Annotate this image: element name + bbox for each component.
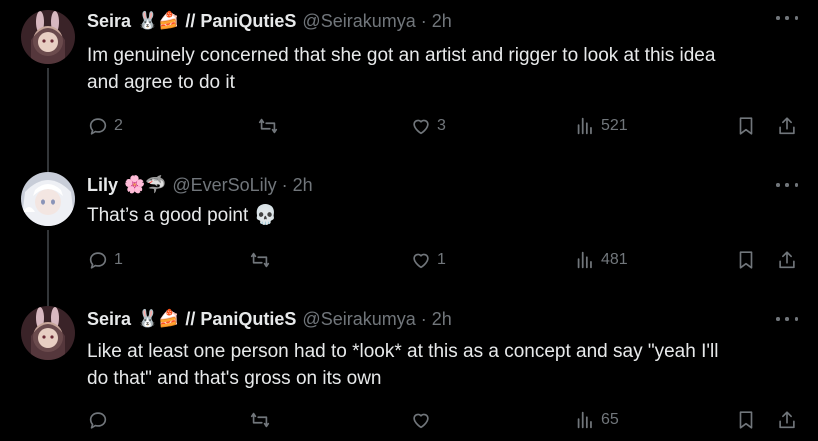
like-count: 1 [437,251,446,268]
timestamp[interactable]: 2h [432,11,452,32]
reply-count: 2 [114,117,123,134]
display-name-suffix[interactable]: // PaniQutieS [185,11,296,32]
name-emojis: 🐰🍰 [137,11,180,30]
tweet-header: Seira 🐰🍰 // PaniQutieS @Seirakumya · 2h [87,10,452,32]
handle[interactable]: @Seirakumya [302,11,415,32]
repost-icon [250,412,270,428]
views-button[interactable]: 521 [574,114,628,138]
reply-icon [89,412,107,429]
separator-dot: · [420,308,427,329]
views-button[interactable]: 65 [574,408,619,432]
reply-count: 1 [114,251,123,268]
like-button[interactable]: 1 [410,248,446,272]
repost-icon [258,118,278,134]
bookmark-icon [739,117,753,135]
bookmark-button[interactable] [735,248,757,272]
tweet-3[interactable]: Seira 🐰🍰 // PaniQutieS @Seirakumya · 2h … [0,296,818,441]
tweet-header: Seira 🐰🍰 // PaniQutieS @Seirakumya · 2h [87,308,452,330]
tweet-actions: 65 [87,408,807,432]
tweet-actions: 1 1 481 [87,248,807,272]
reply-button[interactable]: 1 [87,248,123,272]
repost-icon [250,252,270,268]
bookmark-button[interactable] [735,114,757,138]
tweet-text: Im genuinely concerned that she got an a… [87,45,716,93]
share-icon [779,411,795,429]
repost-button[interactable] [249,408,271,432]
reply-button[interactable] [87,408,114,432]
share-button[interactable] [776,408,798,432]
timestamp[interactable]: 2h [293,175,313,196]
share-icon [779,117,795,135]
name-emojis: 🐰🍰 [137,309,180,328]
share-button[interactable] [776,248,798,272]
like-button[interactable]: 3 [410,114,446,138]
tweet-header: Lily 🌸🦈 @EverSoLily · 2h [87,174,313,196]
views-count: 521 [601,117,628,134]
handle[interactable]: @EverSoLily [172,175,276,196]
tweet-text: That’s a good point 💀 [87,205,278,226]
avatar[interactable] [21,10,75,64]
views-button[interactable]: 481 [574,248,628,272]
views-icon [577,117,592,135]
more-icon[interactable] [776,178,798,192]
tweet-1[interactable]: Seira 🐰🍰 // PaniQutieS @Seirakumya · 2h … [0,0,818,172]
tweet-actions: 2 3 521 [87,114,807,138]
views-icon [577,251,592,269]
tweet-2[interactable]: Lily 🌸🦈 @EverSoLily · 2h That’s a good p… [0,162,818,308]
separator-dot: · [281,174,288,195]
separator-dot: · [420,10,427,31]
share-icon [779,251,795,269]
heart-icon [413,119,429,135]
repost-button[interactable] [257,114,279,138]
tweet-text: Like at least one person had to *look* a… [87,341,719,389]
reply-icon [89,118,107,135]
thread-line [47,68,49,172]
more-icon[interactable] [776,11,798,25]
heart-icon [413,253,429,269]
display-name-suffix[interactable]: // PaniQutieS [185,309,296,330]
repost-button[interactable] [249,248,271,272]
avatar[interactable] [21,306,75,360]
timestamp[interactable]: 2h [432,309,452,330]
views-count: 481 [601,251,628,268]
reply-icon [89,252,107,269]
more-icon[interactable] [776,312,798,326]
views-count: 65 [601,411,619,428]
heart-icon [413,413,429,429]
share-button[interactable] [776,114,798,138]
display-name[interactable]: Seira [87,11,131,32]
display-name[interactable]: Seira [87,309,131,330]
reply-button[interactable]: 2 [87,114,123,138]
like-button[interactable] [410,408,437,432]
like-count: 3 [437,117,446,134]
bookmark-icon [739,251,753,269]
bookmark-button[interactable] [735,408,757,432]
name-emojis: 🌸🦈 [124,175,167,194]
avatar[interactable] [21,172,75,226]
bookmark-icon [739,411,753,429]
handle[interactable]: @Seirakumya [302,309,415,330]
views-icon [577,411,592,429]
display-name[interactable]: Lily [87,175,118,196]
